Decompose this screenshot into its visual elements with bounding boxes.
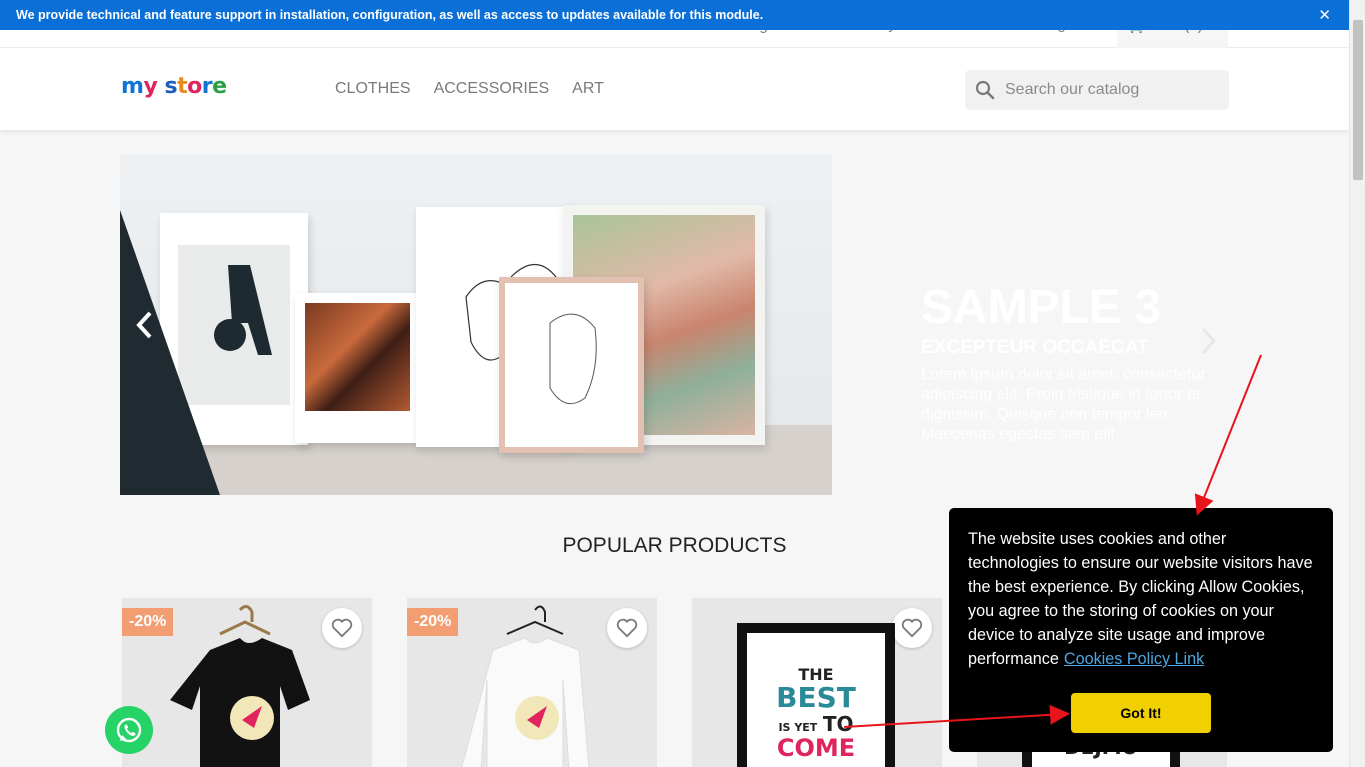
- poster-line: IS YET: [778, 721, 818, 734]
- logo-letter: o: [187, 74, 202, 99]
- chevron-right-icon[interactable]: [1198, 323, 1220, 365]
- poster-line: TO: [822, 712, 854, 736]
- product-card[interactable]: -20%: [122, 598, 372, 767]
- got-it-button[interactable]: Got It!: [1071, 693, 1211, 733]
- search-icon[interactable]: [975, 80, 995, 100]
- hero-slider: SAMPLE 3 EXCEPTEUR OCCAECAT Lorem ipsum …: [120, 155, 1229, 495]
- logo-letter: r: [201, 74, 213, 99]
- slide-text: Lorem ipsum dolor sit amet, consectetur …: [921, 366, 1206, 443]
- close-icon[interactable]: ✕: [1318, 6, 1331, 24]
- menu-item-accessories[interactable]: ACCESSORIES: [434, 80, 550, 98]
- scrollbar-thumb[interactable]: [1353, 20, 1363, 180]
- main-menu: CLOTHES ACCESSORIES ART: [335, 80, 604, 98]
- cookie-banner: The website uses cookies and other techn…: [949, 508, 1333, 752]
- logo-letter: s: [164, 74, 178, 99]
- search-box: [965, 70, 1229, 110]
- logo-letter: y: [143, 74, 158, 99]
- search-input[interactable]: [1005, 81, 1225, 99]
- product-image-white-sweater: [461, 605, 590, 767]
- header-top: my store CLOTHES ACCESSORIES ART: [0, 48, 1349, 130]
- dark-wedge-overlay: [120, 210, 220, 495]
- slide-image[interactable]: [120, 155, 832, 495]
- whatsapp-button[interactable]: [105, 706, 153, 754]
- page-scrollbar[interactable]: [1349, 0, 1365, 767]
- product-card[interactable]: THE BEST IS YET TO COME: [692, 598, 942, 767]
- whatsapp-icon: [116, 717, 142, 743]
- heart-icon[interactable]: [892, 608, 932, 648]
- slide-caption: SAMPLE 3 EXCEPTEUR OCCAECAT Lorem ipsum …: [921, 280, 1235, 445]
- poster-frame: THE BEST IS YET TO COME: [737, 623, 895, 767]
- announcement-text: We provide technical and feature support…: [16, 8, 764, 22]
- store-logo[interactable]: my store: [121, 74, 227, 99]
- product-image-black-tshirt: [170, 605, 310, 767]
- menu-item-clothes[interactable]: CLOTHES: [335, 80, 411, 98]
- poster-line: COME: [776, 734, 856, 762]
- poster-line: BEST: [776, 681, 856, 714]
- slide-heading: SAMPLE 3: [921, 281, 1162, 334]
- logo-letter: t: [177, 74, 188, 99]
- chevron-left-icon[interactable]: [134, 307, 156, 349]
- cookie-text: The website uses cookies and other techn…: [968, 530, 1313, 668]
- slide-subheading: EXCEPTEUR OCCAECAT: [921, 337, 1149, 358]
- announcement-bar: We provide technical and feature support…: [0, 0, 1349, 30]
- cookie-policy-link[interactable]: Cookies Policy Link: [1064, 650, 1204, 668]
- menu-item-art[interactable]: ART: [572, 80, 604, 98]
- product-card[interactable]: -20%: [407, 598, 657, 767]
- logo-letter: m: [121, 74, 144, 99]
- logo-letter: e: [212, 74, 227, 99]
